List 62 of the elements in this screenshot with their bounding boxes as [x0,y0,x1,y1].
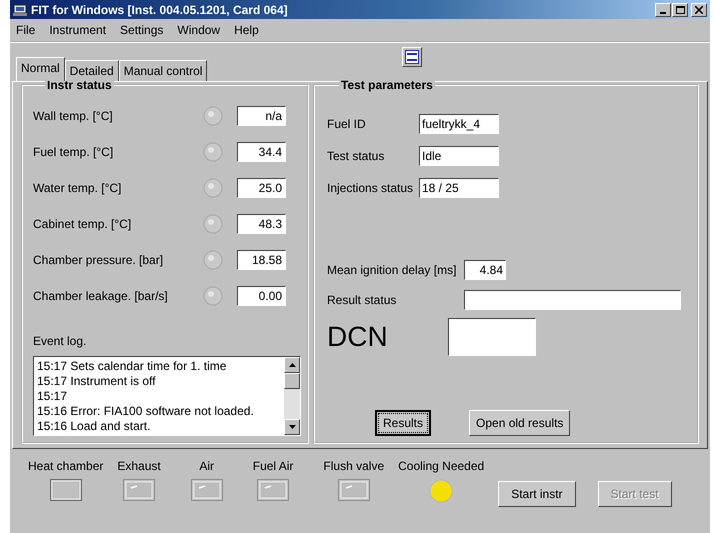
menu-item[interactable]: File [16,23,36,37]
field-label: Result status [327,293,398,307]
window-icon [405,50,420,64]
value-field: 48.3 [237,214,286,234]
field-label: Chamber leakage. [bar/s] [33,289,169,303]
field-label: Mean ignition delay [ms] [327,263,458,277]
scroll-thumb[interactable] [284,373,300,389]
log-entry: 15:17 Instrument is off [37,374,157,389]
menu-item[interactable]: Settings [120,23,164,37]
app-icon [13,4,27,16]
menu-item[interactable]: Instrument [49,23,106,37]
field-label: Test status [327,149,386,163]
scroll-up-button[interactable] [284,357,300,373]
dialog-button[interactable]: Open old results [469,410,570,436]
log-entry: 15:16 Error: FIA100 software not loaded. [37,404,255,419]
field-label: Water temp. [°C] [33,181,122,195]
menu-item[interactable]: Window [177,23,220,37]
log-entry: 15:17 Sets calendar time for 1. time [37,359,228,374]
event-log-label: Event log. [33,334,88,348]
group-title: Test parameters [339,78,435,92]
tab[interactable]: Normal [16,57,65,81]
minimize-button[interactable] [655,2,671,16]
down-arrow-icon [288,425,296,429]
indicator-label: Cooling Needed [398,459,484,473]
text-field[interactable]: 18 / 25 [419,178,499,198]
value-field: 4.84 [464,260,506,280]
start-button[interactable]: Start instr [498,481,576,507]
close-icon [695,6,703,14]
up-arrow-icon [288,363,296,367]
layout-button[interactable] [402,47,422,67]
log-entry: 15:17 [37,389,68,404]
field-label: Injections status [327,181,414,195]
menu-item[interactable]: Help [234,23,259,37]
field-label: Fuel ID [327,117,367,131]
scroll-bar[interactable] [284,357,300,435]
maximize-button[interactable] [672,2,688,16]
maximize-icon [676,6,684,14]
indicator-label: Exhaust [117,459,161,473]
dcn-label: DCN [327,321,388,353]
group-title: Instr status [45,78,114,92]
value-field: 18.58 [237,250,286,270]
dialog-button[interactable]: Results [375,410,432,436]
text-field[interactable]: fueltrykk_4 [419,114,499,134]
value-field: 25.0 [237,178,286,198]
indicator-label: Air [199,459,214,473]
scroll-down-button[interactable] [284,419,300,435]
value-field: 0.00 [237,286,286,306]
tab[interactable]: Manual control [118,60,208,81]
window-title: FIT for Windows [Inst. 004.05.1201, Card 064] [31,2,288,16]
indicator-label: Fuel Air [252,459,294,473]
text-field[interactable]: Idle [419,146,499,166]
indicator-label: Flush valve [323,459,384,473]
field-label: Wall temp. [°C] [33,109,114,123]
field-label: Chamber pressure. [bar] [33,253,164,267]
indicator-label: Heat chamber [28,459,104,473]
value-field: 34.4 [237,142,286,162]
minimize-icon [660,12,666,14]
log-entry: 15:16 Load and start. [37,419,152,434]
value-field: n/a [237,106,286,126]
field-label: Cabinet temp. [°C] [33,217,132,231]
close-button[interactable] [691,2,707,16]
field-label: Fuel temp. [°C] [33,145,114,159]
